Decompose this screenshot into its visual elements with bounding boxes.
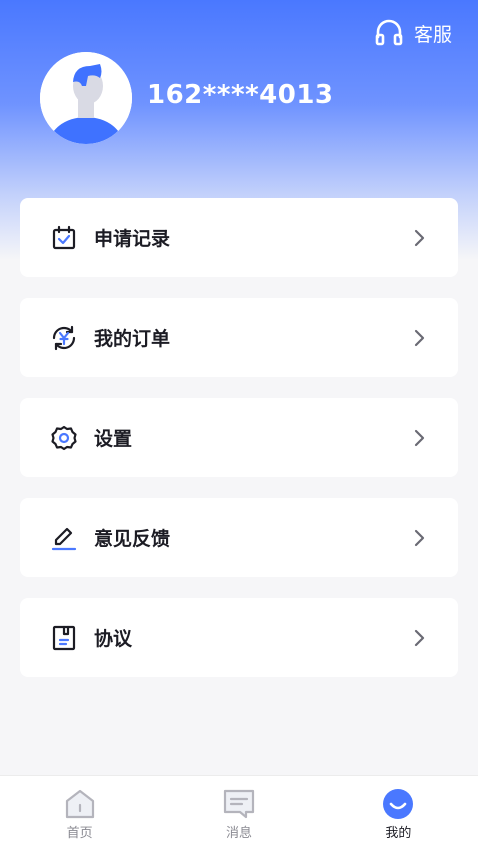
customer-service-label: 客服 bbox=[413, 23, 452, 46]
chevron-right-icon bbox=[414, 429, 425, 446]
headset-icon bbox=[375, 19, 403, 46]
menu-item-label: 意见反馈 bbox=[94, 528, 171, 550]
profile-smile-icon bbox=[383, 789, 414, 819]
calendar-check-icon bbox=[52, 225, 76, 249]
tab-profile[interactable]: 我的 bbox=[319, 776, 478, 850]
chevron-right-icon bbox=[414, 229, 425, 246]
menu-list: 申请记录 我的订单 设置 意见反馈 协议 bbox=[20, 198, 458, 698]
avatar[interactable] bbox=[40, 52, 132, 144]
customer-service-button[interactable]: 客服 bbox=[374, 18, 452, 48]
tab-home[interactable]: 首页 bbox=[0, 776, 159, 850]
chevron-right-icon bbox=[414, 329, 425, 346]
menu-item-settings[interactable]: 设置 bbox=[20, 398, 458, 477]
tab-label: 首页 bbox=[66, 826, 93, 841]
menu-item-feedback[interactable]: 意见反馈 bbox=[20, 498, 458, 577]
menu-item-application-records[interactable]: 申请记录 bbox=[20, 198, 458, 277]
document-icon bbox=[52, 625, 76, 650]
home-icon bbox=[65, 789, 94, 819]
menu-item-agreement[interactable]: 协议 bbox=[20, 598, 458, 677]
tab-messages[interactable]: 消息 bbox=[159, 776, 318, 850]
user-phone: 162****4013 bbox=[147, 80, 334, 110]
menu-item-label: 我的订单 bbox=[94, 328, 171, 350]
tab-label: 我的 bbox=[385, 826, 412, 841]
chevron-right-icon bbox=[414, 629, 425, 646]
menu-item-label: 申请记录 bbox=[94, 228, 171, 250]
pencil-icon bbox=[51, 527, 77, 550]
message-icon bbox=[223, 789, 255, 819]
menu-item-label: 协议 bbox=[94, 628, 133, 650]
user-avatar-icon bbox=[40, 52, 132, 144]
yuan-refresh-icon bbox=[52, 325, 76, 350]
menu-item-label: 设置 bbox=[94, 428, 133, 450]
gear-icon bbox=[51, 425, 77, 450]
bottom-tab-bar: 首页 消息 我的 bbox=[0, 775, 478, 850]
menu-item-my-orders[interactable]: 我的订单 bbox=[20, 298, 458, 377]
chevron-right-icon bbox=[414, 529, 425, 546]
tab-label: 消息 bbox=[225, 826, 252, 841]
